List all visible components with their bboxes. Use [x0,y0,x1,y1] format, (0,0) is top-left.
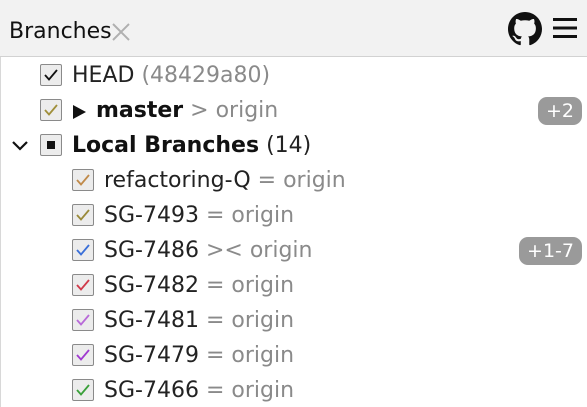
branch-remote: origin [231,343,295,368]
panel-header: Branches [0,0,587,57]
check-icon [76,279,90,291]
check-icon [76,314,90,326]
branch-label: SG-7481 = origin [104,306,294,336]
branch-name: SG-7481 [104,308,199,333]
tree-row-local-branches[interactable]: Local Branches (14) [1,128,587,163]
branch-label: SG-7479 = origin [104,341,294,371]
local-branches-label: Local Branches (14) [72,131,311,161]
branch-checkbox[interactable] [72,204,94,226]
indeterminate-mark [47,141,55,149]
close-icon[interactable] [110,21,132,43]
branch-relation: = [205,378,225,403]
branch-checkbox[interactable] [72,379,94,401]
master-label: master > origin [96,96,278,126]
triangle-right-icon[interactable] [72,104,87,120]
branch-relation: = [205,273,225,298]
branch-name: refactoring-Q [104,168,251,193]
branch-relation: >< [205,238,243,263]
branch-row[interactable]: SG-7493 = origin [1,198,587,233]
branch-checkbox[interactable] [72,344,94,366]
branch-row[interactable]: SG-7486 >< origin +1-7 [1,233,587,268]
branch-relation: = [205,343,225,368]
branch-checkbox[interactable] [72,274,94,296]
check-icon [44,104,58,116]
local-branches-title: Local Branches [72,133,260,158]
master-remote: origin [215,98,279,123]
branch-checkbox[interactable] [72,239,94,261]
branch-remote: origin [249,238,313,263]
panel-title: Branches [9,19,112,44]
check-icon [76,244,90,256]
head-hash: (48429a80) [141,63,271,88]
branch-row[interactable]: refactoring-Q = origin [1,163,587,198]
branch-remote: origin [231,308,295,333]
branch-badge: +1-7 [519,237,582,265]
tree-row-master[interactable]: master > origin +2 [1,93,587,128]
branch-checkbox[interactable] [72,309,94,331]
branch-remote: origin [231,273,295,298]
branch-name: SG-7466 [104,378,199,403]
branch-checkbox[interactable] [72,169,94,191]
check-icon [76,209,90,221]
check-icon [76,174,90,186]
branch-row[interactable]: SG-7479 = origin [1,338,587,373]
branch-label: SG-7466 = origin [104,376,294,406]
branch-row[interactable]: SG-7466 = origin [1,373,587,407]
local-branches-checkbox[interactable] [40,134,62,156]
branch-name: SG-7482 [104,273,199,298]
branch-row[interactable]: SG-7482 = origin [1,268,587,303]
chevron-down-icon[interactable] [10,137,30,155]
branch-label: SG-7493 = origin [104,201,294,231]
branch-label: SG-7486 >< origin [104,236,312,266]
check-icon [76,384,90,396]
branch-name: SG-7493 [104,203,199,228]
check-icon [76,349,90,361]
local-branches-count: (14) [266,133,312,158]
branch-name: SG-7486 [104,238,199,263]
branch-relation: = [257,168,277,193]
master-checkbox[interactable] [40,99,62,121]
hamburger-menu-icon[interactable] [552,16,578,40]
master-name: master [96,98,184,123]
head-name: HEAD [72,63,135,88]
branch-remote: origin [231,203,295,228]
master-badge: +2 [537,97,582,125]
head-checkbox[interactable] [40,64,62,86]
branch-label: refactoring-Q = origin [104,166,346,196]
branch-label: SG-7482 = origin [104,271,294,301]
branch-relation: = [205,308,225,333]
head-label: HEAD (48429a80) [72,61,270,91]
branch-relation: = [205,203,225,228]
branch-name: SG-7479 [104,343,199,368]
master-relation: > [190,98,209,123]
branch-row[interactable]: SG-7481 = origin [1,303,587,338]
github-icon[interactable] [508,12,542,46]
branch-tree: HEAD (48429a80) master > origin +2 Local… [0,57,587,407]
branch-remote: origin [231,378,295,403]
tree-row-head[interactable]: HEAD (48429a80) [1,58,587,93]
branch-remote: origin [283,168,346,193]
check-icon [44,69,58,81]
